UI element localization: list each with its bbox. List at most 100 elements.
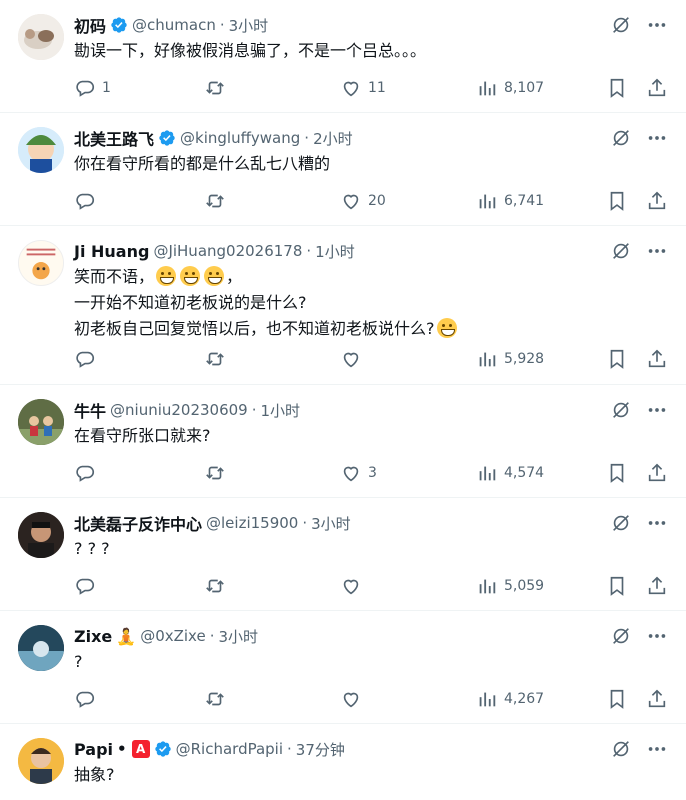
views-button[interactable]: 4,267 xyxy=(476,688,544,710)
retweet-button[interactable] xyxy=(204,462,226,484)
display-name[interactable]: Zixe xyxy=(74,627,112,646)
handle[interactable]: @JiHuang02026178 xyxy=(153,242,302,260)
tweet[interactable]: Papi • A @RichardPapii · 37分钟 抽象? xyxy=(0,724,686,800)
retweet-button[interactable] xyxy=(204,575,226,597)
reply-button[interactable] xyxy=(74,575,96,597)
bookmark-button[interactable] xyxy=(606,462,628,484)
handle[interactable]: @kingluffywang xyxy=(180,129,300,147)
tweet[interactable]: 初码 @chumacn · 3小时 勘误一下，好像被假消息骗了，不是一个吕总。。… xyxy=(0,0,686,113)
views-button[interactable]: 5,059 xyxy=(476,575,544,597)
more-icon[interactable] xyxy=(646,127,668,149)
tweet[interactable]: 牛牛 @niuniu20230609 · 1小时 在看守所张口就来? 3 4,5… xyxy=(0,385,686,498)
reply-button[interactable] xyxy=(74,462,96,484)
tweet-text: 笑而不语， ， 一开始不知道初老板说的是什么? 初老板自己回复觉悟以后，也不知道初… xyxy=(74,264,459,342)
like-button[interactable]: 11 xyxy=(340,77,386,99)
grok-icon[interactable] xyxy=(610,127,632,149)
tweet[interactable]: Ji Huang @JiHuang02026178 · 1小时 笑而不语， ， 一… xyxy=(0,226,686,385)
grok-icon[interactable] xyxy=(610,399,632,421)
more-icon[interactable] xyxy=(646,512,668,534)
more-icon[interactable] xyxy=(646,399,668,421)
share-button[interactable] xyxy=(646,77,668,99)
handle[interactable]: @RichardPapii xyxy=(176,740,283,758)
like-button[interactable] xyxy=(340,348,362,370)
share-button[interactable] xyxy=(646,190,668,212)
tweet[interactable]: 北美磊子反诈中心 @leizi15900 · 3小时 ? ? ? 5,059 xyxy=(0,498,686,611)
handle[interactable]: @niuniu20230609 xyxy=(110,401,248,419)
reply-button[interactable] xyxy=(74,348,96,370)
bookmark-button[interactable] xyxy=(606,190,628,212)
like-icon xyxy=(343,579,359,595)
timestamp[interactable]: 37分钟 xyxy=(296,739,345,760)
tweet-top-actions xyxy=(610,240,668,262)
bookmark-button[interactable] xyxy=(606,575,628,597)
tweet[interactable]: 北美王路飞 @kingluffywang · 2小时 你在看守所看的都是什么乱七… xyxy=(0,113,686,226)
display-name[interactable]: 初码 xyxy=(74,13,106,37)
retweet-button[interactable] xyxy=(204,688,226,710)
avatar[interactable] xyxy=(18,240,64,286)
display-name[interactable]: 牛牛 xyxy=(74,398,106,422)
timestamp[interactable]: 3小时 xyxy=(311,513,351,534)
views-icon xyxy=(479,579,496,594)
display-name[interactable]: Ji Huang xyxy=(74,242,149,261)
share-button[interactable] xyxy=(646,348,668,370)
timestamp[interactable]: 1小时 xyxy=(315,241,355,262)
display-name[interactable]: 北美王路飞 xyxy=(74,126,154,150)
handle[interactable]: @leizi15900 xyxy=(206,514,298,532)
retweet-button[interactable] xyxy=(204,190,226,212)
avatar[interactable] xyxy=(18,625,64,671)
timestamp[interactable]: 2小时 xyxy=(313,128,353,149)
avatar[interactable] xyxy=(18,738,64,784)
tweet[interactable]: Zixe 🧘 @0xZixe · 3小时 ? 4,267 xyxy=(0,611,686,724)
like-button[interactable] xyxy=(340,575,362,597)
like-button[interactable]: 3 xyxy=(340,462,377,484)
tweet-top-actions xyxy=(610,738,668,760)
more-icon[interactable] xyxy=(646,625,668,647)
avatar[interactable] xyxy=(18,127,64,173)
timestamp[interactable]: 1小时 xyxy=(261,400,301,421)
bookmark-button[interactable] xyxy=(606,77,628,99)
tweet-text-line: 初老板自己回复觉悟以后，也不知道初老板说什么? xyxy=(74,316,459,342)
reply-button[interactable] xyxy=(74,688,96,710)
reply-button[interactable] xyxy=(74,190,96,212)
reply-button[interactable]: 1 xyxy=(74,77,111,99)
view-count: 4,267 xyxy=(504,691,545,707)
more-icon[interactable] xyxy=(646,240,668,262)
handle[interactable]: @0xZixe xyxy=(140,627,206,645)
grok-icon[interactable] xyxy=(610,14,632,36)
grok-icon[interactable] xyxy=(610,738,632,760)
like-icon xyxy=(343,692,359,708)
views-button[interactable]: 8,107 xyxy=(476,77,544,99)
views-button[interactable]: 5,928 xyxy=(476,348,544,370)
share-button[interactable] xyxy=(646,575,668,597)
separator: · xyxy=(304,129,310,147)
display-name[interactable]: Papi xyxy=(74,740,113,759)
like-icon xyxy=(343,466,359,482)
avatar[interactable] xyxy=(18,512,64,558)
like-button[interactable]: 20 xyxy=(340,190,386,212)
views-button[interactable]: 6,741 xyxy=(476,190,544,212)
avatar[interactable] xyxy=(18,399,64,445)
grok-icon[interactable] xyxy=(610,625,632,647)
bookmark-button[interactable] xyxy=(606,348,628,370)
retweet-button[interactable] xyxy=(204,348,226,370)
retweet-icon xyxy=(206,466,224,480)
retweet-button[interactable] xyxy=(204,77,226,99)
display-name[interactable]: 北美磊子反诈中心 xyxy=(74,511,202,535)
timestamp[interactable]: 3小时 xyxy=(218,626,258,647)
share-button[interactable] xyxy=(646,462,668,484)
more-icon[interactable] xyxy=(646,738,668,760)
avatar[interactable] xyxy=(18,14,64,60)
tweet-text-line: 你在看守所看的都是什么乱七八糟的 xyxy=(74,154,331,173)
views-button[interactable]: 4,574 xyxy=(476,462,544,484)
more-icon[interactable] xyxy=(646,14,668,36)
grok-icon[interactable] xyxy=(610,240,632,262)
like-count: 3 xyxy=(368,465,377,481)
tweet-text-line: 一开始不知道初老板说的是什么? xyxy=(74,293,307,312)
tweet-top-actions xyxy=(610,14,668,36)
timestamp[interactable]: 3小时 xyxy=(229,15,269,36)
handle[interactable]: @chumacn xyxy=(132,16,216,34)
grok-icon[interactable] xyxy=(610,512,632,534)
share-button[interactable] xyxy=(646,688,668,710)
like-button[interactable] xyxy=(340,688,362,710)
bookmark-button[interactable] xyxy=(606,688,628,710)
